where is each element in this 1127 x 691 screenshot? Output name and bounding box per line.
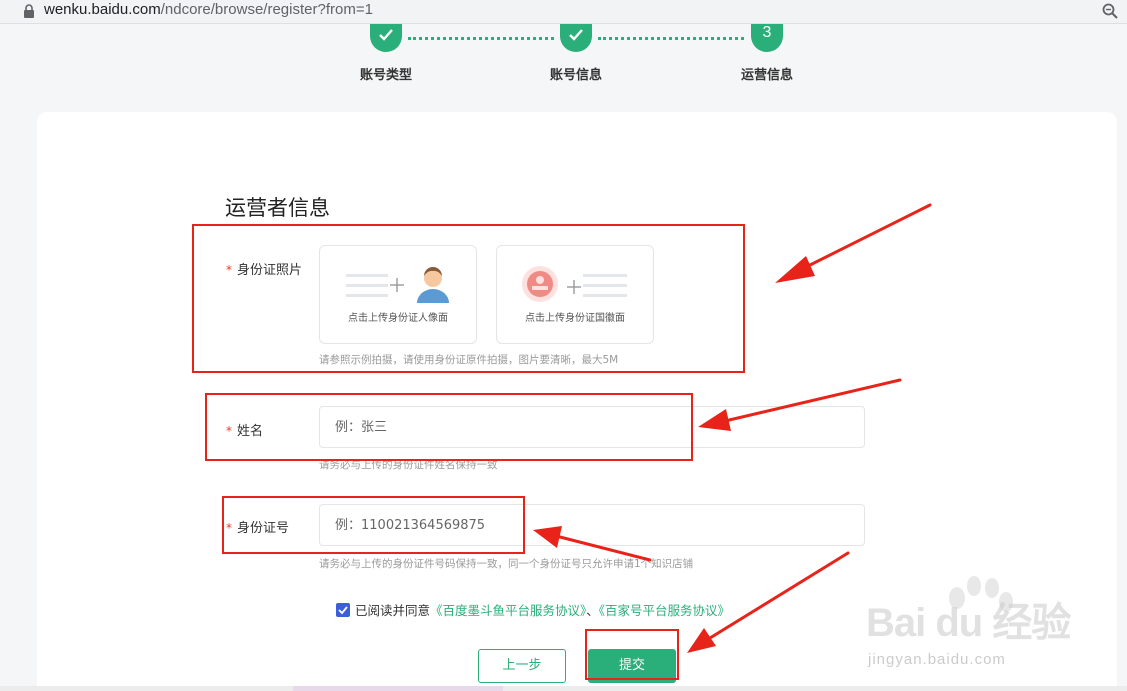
browser-address-bar[interactable]: wenku.baidu.com/ndcore/browse/register?f…: [0, 0, 1127, 24]
baijiahao-agreement-link[interactable]: 《百家号平台服务协议》: [599, 603, 730, 618]
zoom-icon[interactable]: [1101, 2, 1119, 20]
step-label-account-info: 账号信息: [549, 68, 602, 83]
step-indicator: 3 账号类型 账号信息 运营信息: [0, 24, 1127, 84]
id-number-tip: 请务必与上传的身份证件号码保持一致，同一个身份证号只允许申请1个知识店铺: [319, 558, 694, 570]
agreement-checkbox[interactable]: [336, 603, 350, 617]
watermark-url: jingyan.baidu.com: [868, 651, 1006, 668]
url-text[interactable]: wenku.baidu.com/ndcore/browse/register?f…: [44, 1, 373, 18]
agreement-separator: 、: [586, 603, 599, 618]
agreement-prefix: 已阅读并同意: [355, 603, 431, 618]
section-title: 运营者信息: [225, 196, 330, 220]
url-path: /ndcore/browse/register?from=1: [160, 1, 373, 18]
step-3-number: 3: [762, 24, 772, 41]
step-connector: [408, 37, 554, 40]
step-1-check-icon: [370, 24, 402, 52]
bottom-strip: [0, 686, 1127, 691]
annotation-box-id-photo: [192, 224, 745, 373]
url-host: wenku.baidu.com: [44, 1, 161, 18]
watermark-brand: Bai du 经验: [866, 601, 1071, 645]
step-label-operation-info: 运营信息: [740, 68, 793, 83]
prev-step-button[interactable]: 上一步: [478, 649, 566, 683]
step-2-check-icon: [560, 24, 592, 52]
agreement-row: 已阅读并同意《百度墨斗鱼平台服务协议》、《百家号平台服务协议》: [336, 600, 730, 619]
annotation-box-name: [205, 393, 693, 461]
step-connector: [598, 37, 744, 40]
annotation-box-id-number: [222, 496, 525, 554]
annotation-box-submit: [585, 629, 679, 680]
lock-icon: [24, 4, 34, 18]
moudouyu-agreement-link[interactable]: 《百度墨斗鱼平台服务协议》: [430, 603, 586, 618]
step-label-account-type: 账号类型: [359, 68, 412, 83]
check-icon: [338, 606, 348, 615]
bottom-strip-segment: [293, 686, 503, 691]
